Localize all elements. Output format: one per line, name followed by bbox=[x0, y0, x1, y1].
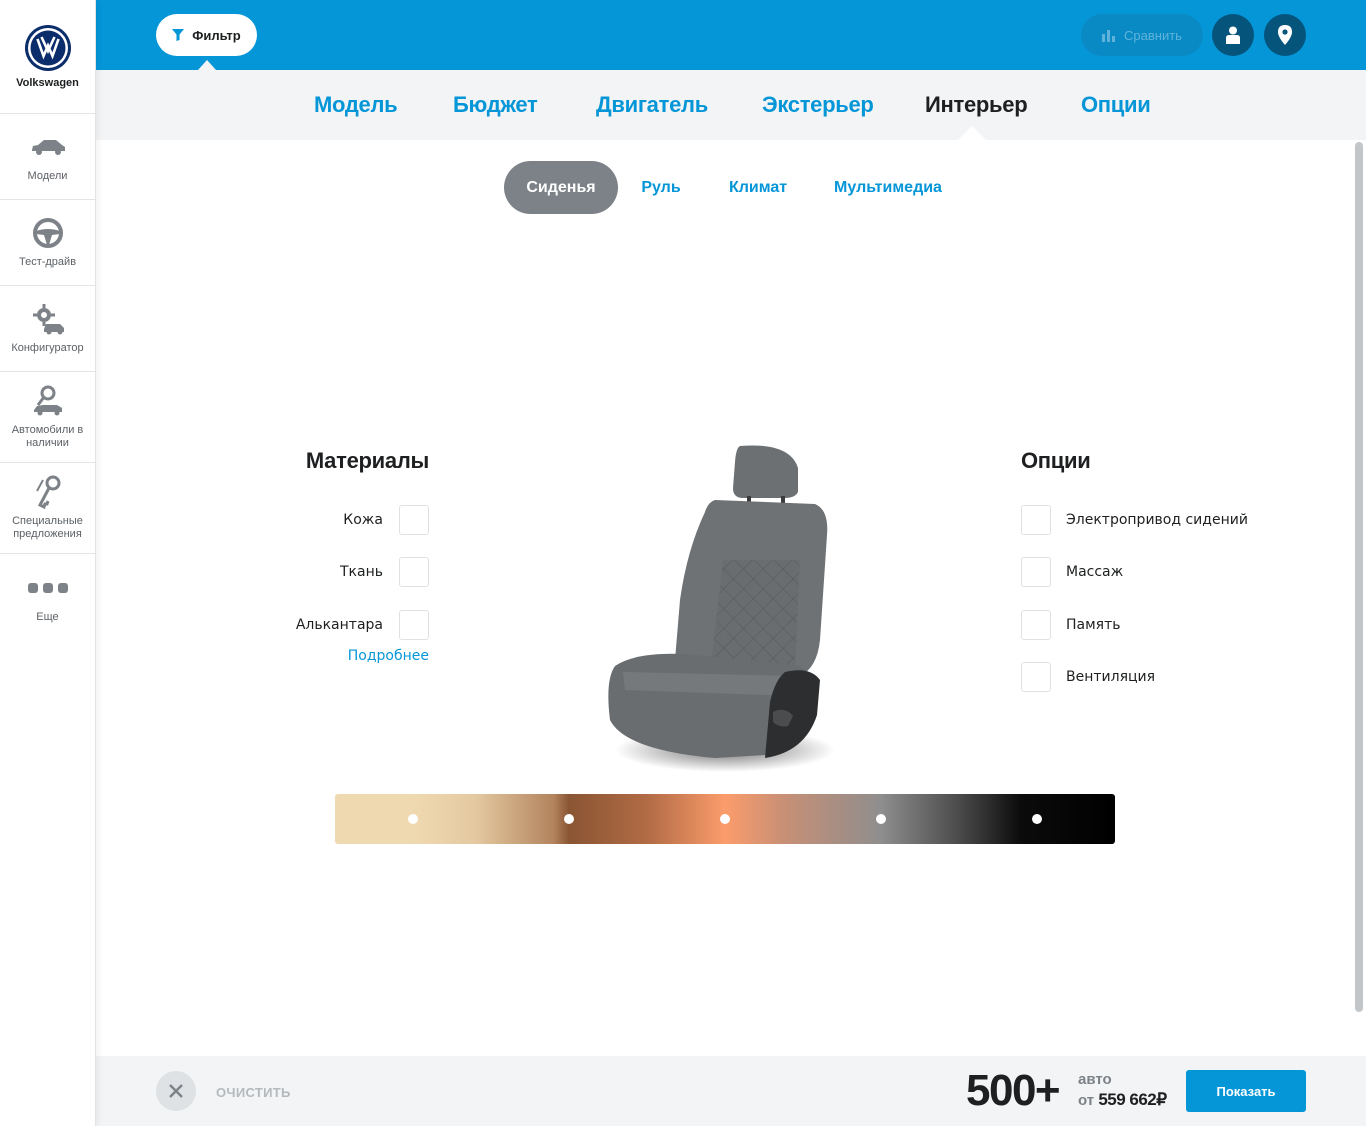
material-alcantara-option[interactable]: Алькантара bbox=[296, 610, 429, 640]
sidebar-item-label: Тест-драйв bbox=[18, 256, 77, 268]
clear-label[interactable]: ОЧИСТИТЬ bbox=[216, 1085, 291, 1100]
tab-model[interactable]: Модель bbox=[314, 92, 398, 118]
filter-button[interactable]: Фильтр bbox=[156, 14, 257, 56]
sidebar-item-in-stock[interactable]: Автомобили в наличии bbox=[0, 372, 95, 463]
material-fabric-option[interactable]: Ткань bbox=[340, 557, 429, 587]
compare-button[interactable]: Сравнить bbox=[1081, 14, 1203, 56]
material-leather-option[interactable]: Кожа bbox=[343, 505, 429, 535]
option-ventilation[interactable]: Вентиляция bbox=[1021, 662, 1155, 692]
bar-chart-icon bbox=[1102, 30, 1116, 42]
scrollbar[interactable] bbox=[1355, 142, 1363, 1012]
option-memory[interactable]: Память bbox=[1021, 610, 1121, 640]
option-label: Электропривод сидений bbox=[1066, 512, 1248, 528]
sidebar-item-label: Специальные предложения bbox=[12, 515, 83, 540]
car-icon bbox=[28, 130, 68, 164]
more-dots-icon bbox=[27, 571, 68, 605]
clear-button[interactable] bbox=[156, 1071, 196, 1111]
color-swatch-beige[interactable] bbox=[408, 814, 418, 824]
option-massage-checkbox[interactable] bbox=[1021, 557, 1051, 587]
sidebar-item-label: Конфигуратор bbox=[11, 342, 84, 354]
material-label: Алькантара bbox=[295, 617, 383, 633]
close-icon bbox=[169, 1084, 183, 1098]
sidebar-item-models[interactable]: Модели bbox=[0, 114, 95, 200]
filter-pointer bbox=[198, 60, 216, 70]
tab-budget[interactable]: Бюджет bbox=[453, 92, 538, 118]
material-label: Ткань bbox=[340, 564, 383, 580]
seat-image bbox=[608, 445, 835, 772]
top-bar: Фильтр Сравнить bbox=[96, 0, 1366, 70]
sidebar-item-more[interactable]: Еще bbox=[0, 554, 95, 640]
sidebar-item-configurator[interactable]: Конфигуратор bbox=[0, 286, 95, 372]
brand-name: Volkswagen bbox=[16, 77, 79, 89]
brand-logo-block[interactable]: Volkswagen bbox=[0, 0, 95, 114]
color-swatch-brown[interactable] bbox=[564, 814, 574, 824]
user-button[interactable] bbox=[1212, 14, 1254, 56]
option-power-seats[interactable]: Электропривод сидений bbox=[1021, 505, 1248, 535]
sidebar: Volkswagen Модели Тест-драйв Конфигурато… bbox=[0, 0, 96, 1126]
tab-interior[interactable]: Интерьер bbox=[925, 92, 1028, 118]
tab-exterior[interactable]: Экстерьер bbox=[762, 92, 874, 118]
option-label: Массаж bbox=[1066, 564, 1124, 580]
price-prefix: от bbox=[1078, 1092, 1095, 1109]
subtab-steering[interactable]: Руль bbox=[630, 161, 692, 214]
sidebar-item-label: Еще bbox=[36, 610, 59, 623]
more-details-link[interactable]: Подробнее bbox=[348, 648, 429, 664]
option-memory-checkbox[interactable] bbox=[1021, 610, 1051, 640]
option-label: Память bbox=[1066, 617, 1121, 633]
material-fabric-checkbox[interactable] bbox=[399, 557, 429, 587]
category-tabs: Модель Бюджет Двигатель Экстерьер Интерь… bbox=[96, 70, 1366, 140]
material-alcantara-checkbox[interactable] bbox=[399, 610, 429, 640]
sidebar-item-test-drive[interactable]: Тест-драйв bbox=[0, 200, 95, 286]
tab-options[interactable]: Опции bbox=[1081, 92, 1151, 118]
location-button[interactable] bbox=[1264, 14, 1306, 56]
subtab-climate[interactable]: Климат bbox=[718, 161, 798, 214]
results-unit: авто bbox=[1078, 1071, 1112, 1088]
price-value: 559 662₽ bbox=[1098, 1090, 1167, 1109]
active-tab-pointer bbox=[958, 126, 986, 140]
tab-engine[interactable]: Двигатель bbox=[596, 92, 708, 118]
show-button-label: Показать bbox=[1216, 1083, 1276, 1099]
user-icon bbox=[1226, 26, 1240, 44]
color-swatch-black[interactable] bbox=[1032, 814, 1042, 824]
material-label: Кожа bbox=[343, 512, 383, 528]
options-title: Опции bbox=[1021, 448, 1091, 473]
sidebar-item-special-offers[interactable]: Специальные предложения bbox=[0, 463, 95, 554]
option-power-seats-checkbox[interactable] bbox=[1021, 505, 1051, 535]
option-massage[interactable]: Массаж bbox=[1021, 557, 1123, 587]
location-pin-icon bbox=[1278, 25, 1292, 45]
option-label: Вентиляция bbox=[1066, 669, 1156, 685]
results-count: 500+ bbox=[966, 1066, 1061, 1115]
color-swatch-gray[interactable] bbox=[876, 814, 886, 824]
price-line: от 559 662₽ bbox=[1078, 1090, 1167, 1110]
color-selector-bar[interactable] bbox=[335, 794, 1115, 844]
color-swatch-orange[interactable] bbox=[720, 814, 730, 824]
sidebar-item-label: Автомобили в наличии bbox=[11, 424, 84, 449]
subtab-seats[interactable]: Сиденья bbox=[504, 161, 618, 214]
filter-icon bbox=[172, 29, 185, 41]
sidebar-item-label: Модели bbox=[27, 170, 68, 182]
materials-title: Материалы bbox=[305, 448, 429, 473]
bottom-bar: ОЧИСТИТЬ 500+ авто от 559 662₽ Показать bbox=[96, 1056, 1366, 1126]
volkswagen-logo-icon bbox=[24, 25, 71, 71]
configurator-gear-car-icon bbox=[28, 302, 68, 336]
filter-button-label: Фильтр bbox=[192, 27, 241, 43]
car-search-icon bbox=[28, 384, 68, 418]
compare-button-label: Сравнить bbox=[1124, 27, 1182, 43]
show-results-button[interactable]: Показать bbox=[1186, 1070, 1306, 1112]
steering-wheel-icon bbox=[28, 216, 68, 250]
option-ventilation-checkbox[interactable] bbox=[1021, 662, 1051, 692]
material-leather-checkbox[interactable] bbox=[399, 505, 429, 535]
subtab-multimedia[interactable]: Мультимедиа bbox=[828, 161, 948, 214]
key-icon bbox=[28, 475, 68, 509]
